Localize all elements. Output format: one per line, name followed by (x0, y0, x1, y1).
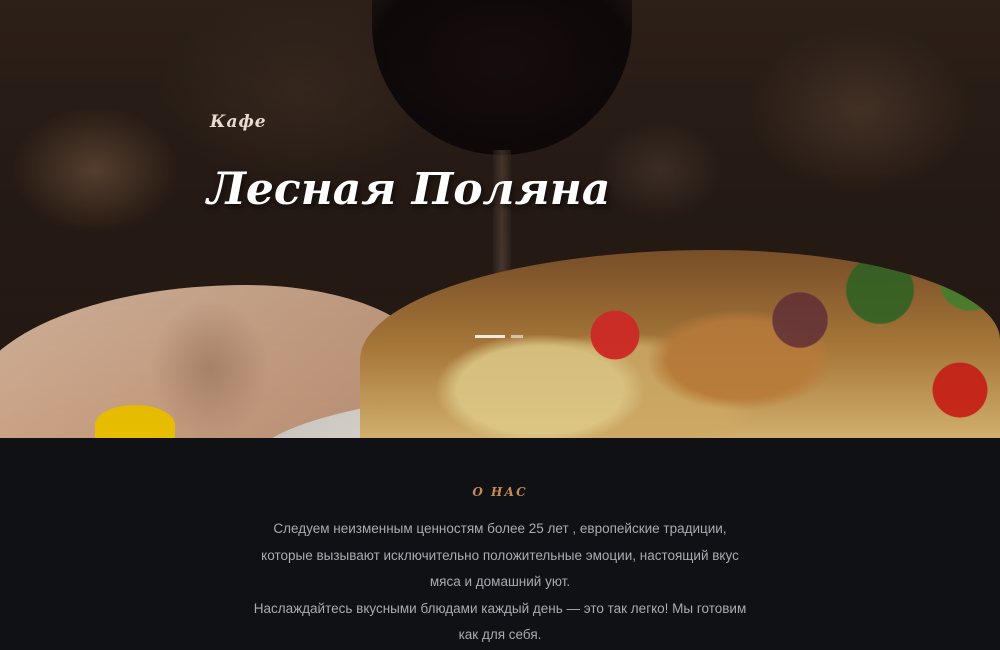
about-paragraph-2: Наслаждайтесь вкусными блюдами каждый де… (253, 600, 747, 643)
about-heading: О НАС (472, 485, 528, 499)
hero-subtitle: Кафе (210, 112, 267, 132)
about-paragraph-1: Следуем неизменным ценностям более 25 ле… (261, 521, 739, 589)
slider-dot-2[interactable] (511, 335, 523, 338)
about-section: О НАС Следуем неизменным ценностям более… (0, 438, 1000, 650)
slider-pagination (475, 335, 523, 338)
about-text: Следуем неизменным ценностям более 25 ле… (250, 516, 750, 649)
slider-dot-1[interactable] (475, 335, 505, 338)
hero-title: Лесная Поляна (207, 164, 611, 215)
hero-overlay (0, 0, 1000, 438)
hero-banner: Кафе Лесная Поляна (0, 0, 1000, 438)
